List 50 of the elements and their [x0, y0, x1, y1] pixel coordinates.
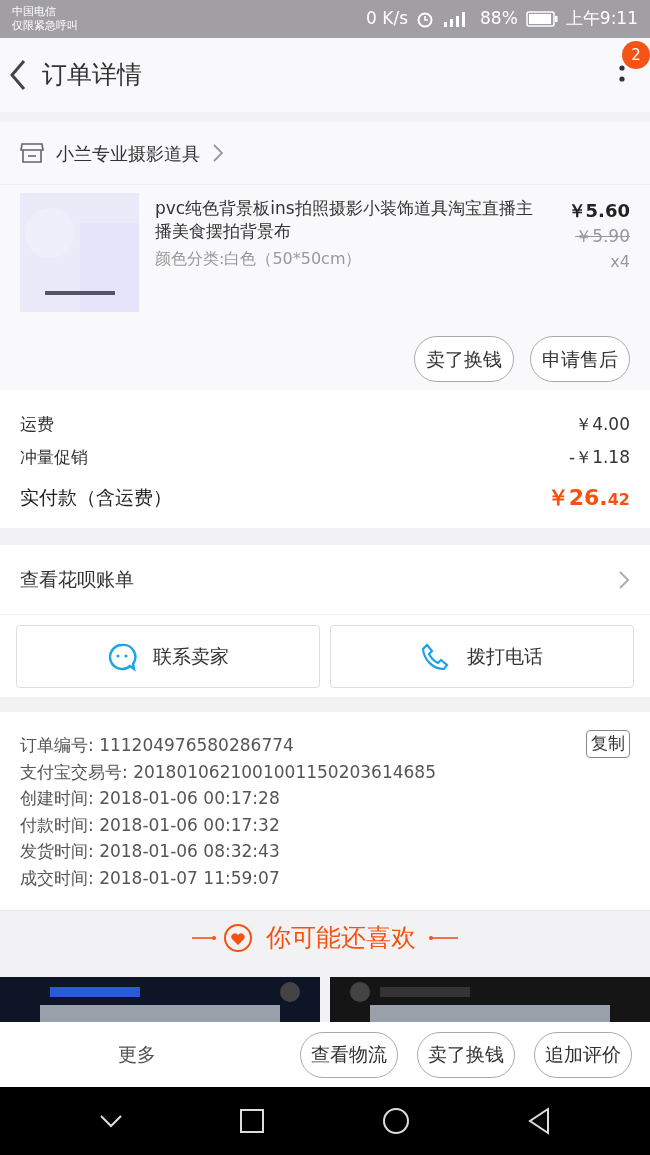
shop-row[interactable]: 小兰专业摄影道具	[0, 122, 650, 185]
notification-badge: 2	[622, 41, 650, 69]
heart-divider-icon	[192, 922, 254, 954]
clock-text: 上午9:11	[565, 7, 638, 31]
contact-button[interactable]: 联系卖家	[16, 625, 320, 688]
carrier-note: 仅限紧急呼叫	[12, 19, 78, 33]
product-title[interactable]: pvc纯色背景板ins拍照摄影小装饰道具淘宝直播主播美食摆拍背景布	[155, 197, 539, 243]
chevron-down-icon[interactable]	[98, 1114, 123, 1128]
bottom-action-button[interactable]: 追加评价	[534, 1031, 632, 1078]
cost-value: ￥4.00	[575, 413, 630, 436]
total-amount: ￥26.42	[546, 484, 630, 512]
huabei-row[interactable]: 查看花呗账单	[0, 545, 650, 615]
shop-icon	[20, 142, 44, 164]
chevron-right-icon	[618, 569, 630, 590]
action-button[interactable]: 卖了换钱	[414, 336, 514, 382]
product-sku: 颜色分类:白色（50*50cm）	[155, 248, 363, 270]
order-info-line: 支付宝交易号: 2018010621001001150203614685	[20, 760, 436, 784]
copy-button[interactable]: 复制	[586, 730, 630, 758]
price: ￥5.60	[567, 199, 630, 223]
cost-label: 实付款（含运费）	[20, 485, 172, 511]
bottom-action-button[interactable]: 查看物流	[300, 1031, 398, 1078]
recommend-title: 你可能还喜欢	[266, 922, 416, 955]
original-price: ￥5.90	[575, 225, 630, 248]
cost-value: -￥1.18	[569, 445, 630, 469]
shop-name: 小兰专业摄影道具	[56, 141, 200, 166]
battery-icon	[525, 11, 558, 27]
order-info-line: 创建时间: 2018-01-06 00:17:28	[20, 787, 280, 810]
divider-line-icon	[428, 935, 458, 941]
order-info-line: 付款时间: 2018-01-06 00:17:32	[20, 813, 280, 837]
chat-icon	[107, 641, 137, 672]
bottom-action-button[interactable]: 卖了换钱	[417, 1031, 515, 1078]
quantity: x4	[610, 250, 630, 273]
page-title: 订单详情	[42, 59, 142, 92]
order-info-line: 发货时间: 2018-01-06 08:32:43	[20, 840, 280, 863]
order-info-line: 成交时间: 2018-01-07 11:59:07	[20, 866, 280, 890]
alarm-icon	[416, 10, 434, 28]
chevron-right-icon	[212, 143, 224, 163]
more-link[interactable]: 更多	[118, 1040, 156, 1069]
cost-label: 运费	[20, 413, 54, 436]
contact-button[interactable]: 拨打电话	[330, 625, 634, 688]
phone-icon	[421, 641, 451, 672]
cost-label: 冲量促销	[20, 445, 88, 469]
order-info-line: 订单编号: 111204976580286774	[20, 734, 294, 757]
circle-icon[interactable]	[381, 1107, 410, 1135]
triangle-icon[interactable]	[527, 1107, 552, 1135]
network-speed: 0 K/s	[366, 7, 408, 31]
square-icon[interactable]	[240, 1109, 265, 1133]
action-button[interactable]: 申请售后	[530, 336, 630, 382]
carrier-text: 中国电信	[12, 5, 57, 19]
battery-percent: 88%	[480, 7, 518, 31]
